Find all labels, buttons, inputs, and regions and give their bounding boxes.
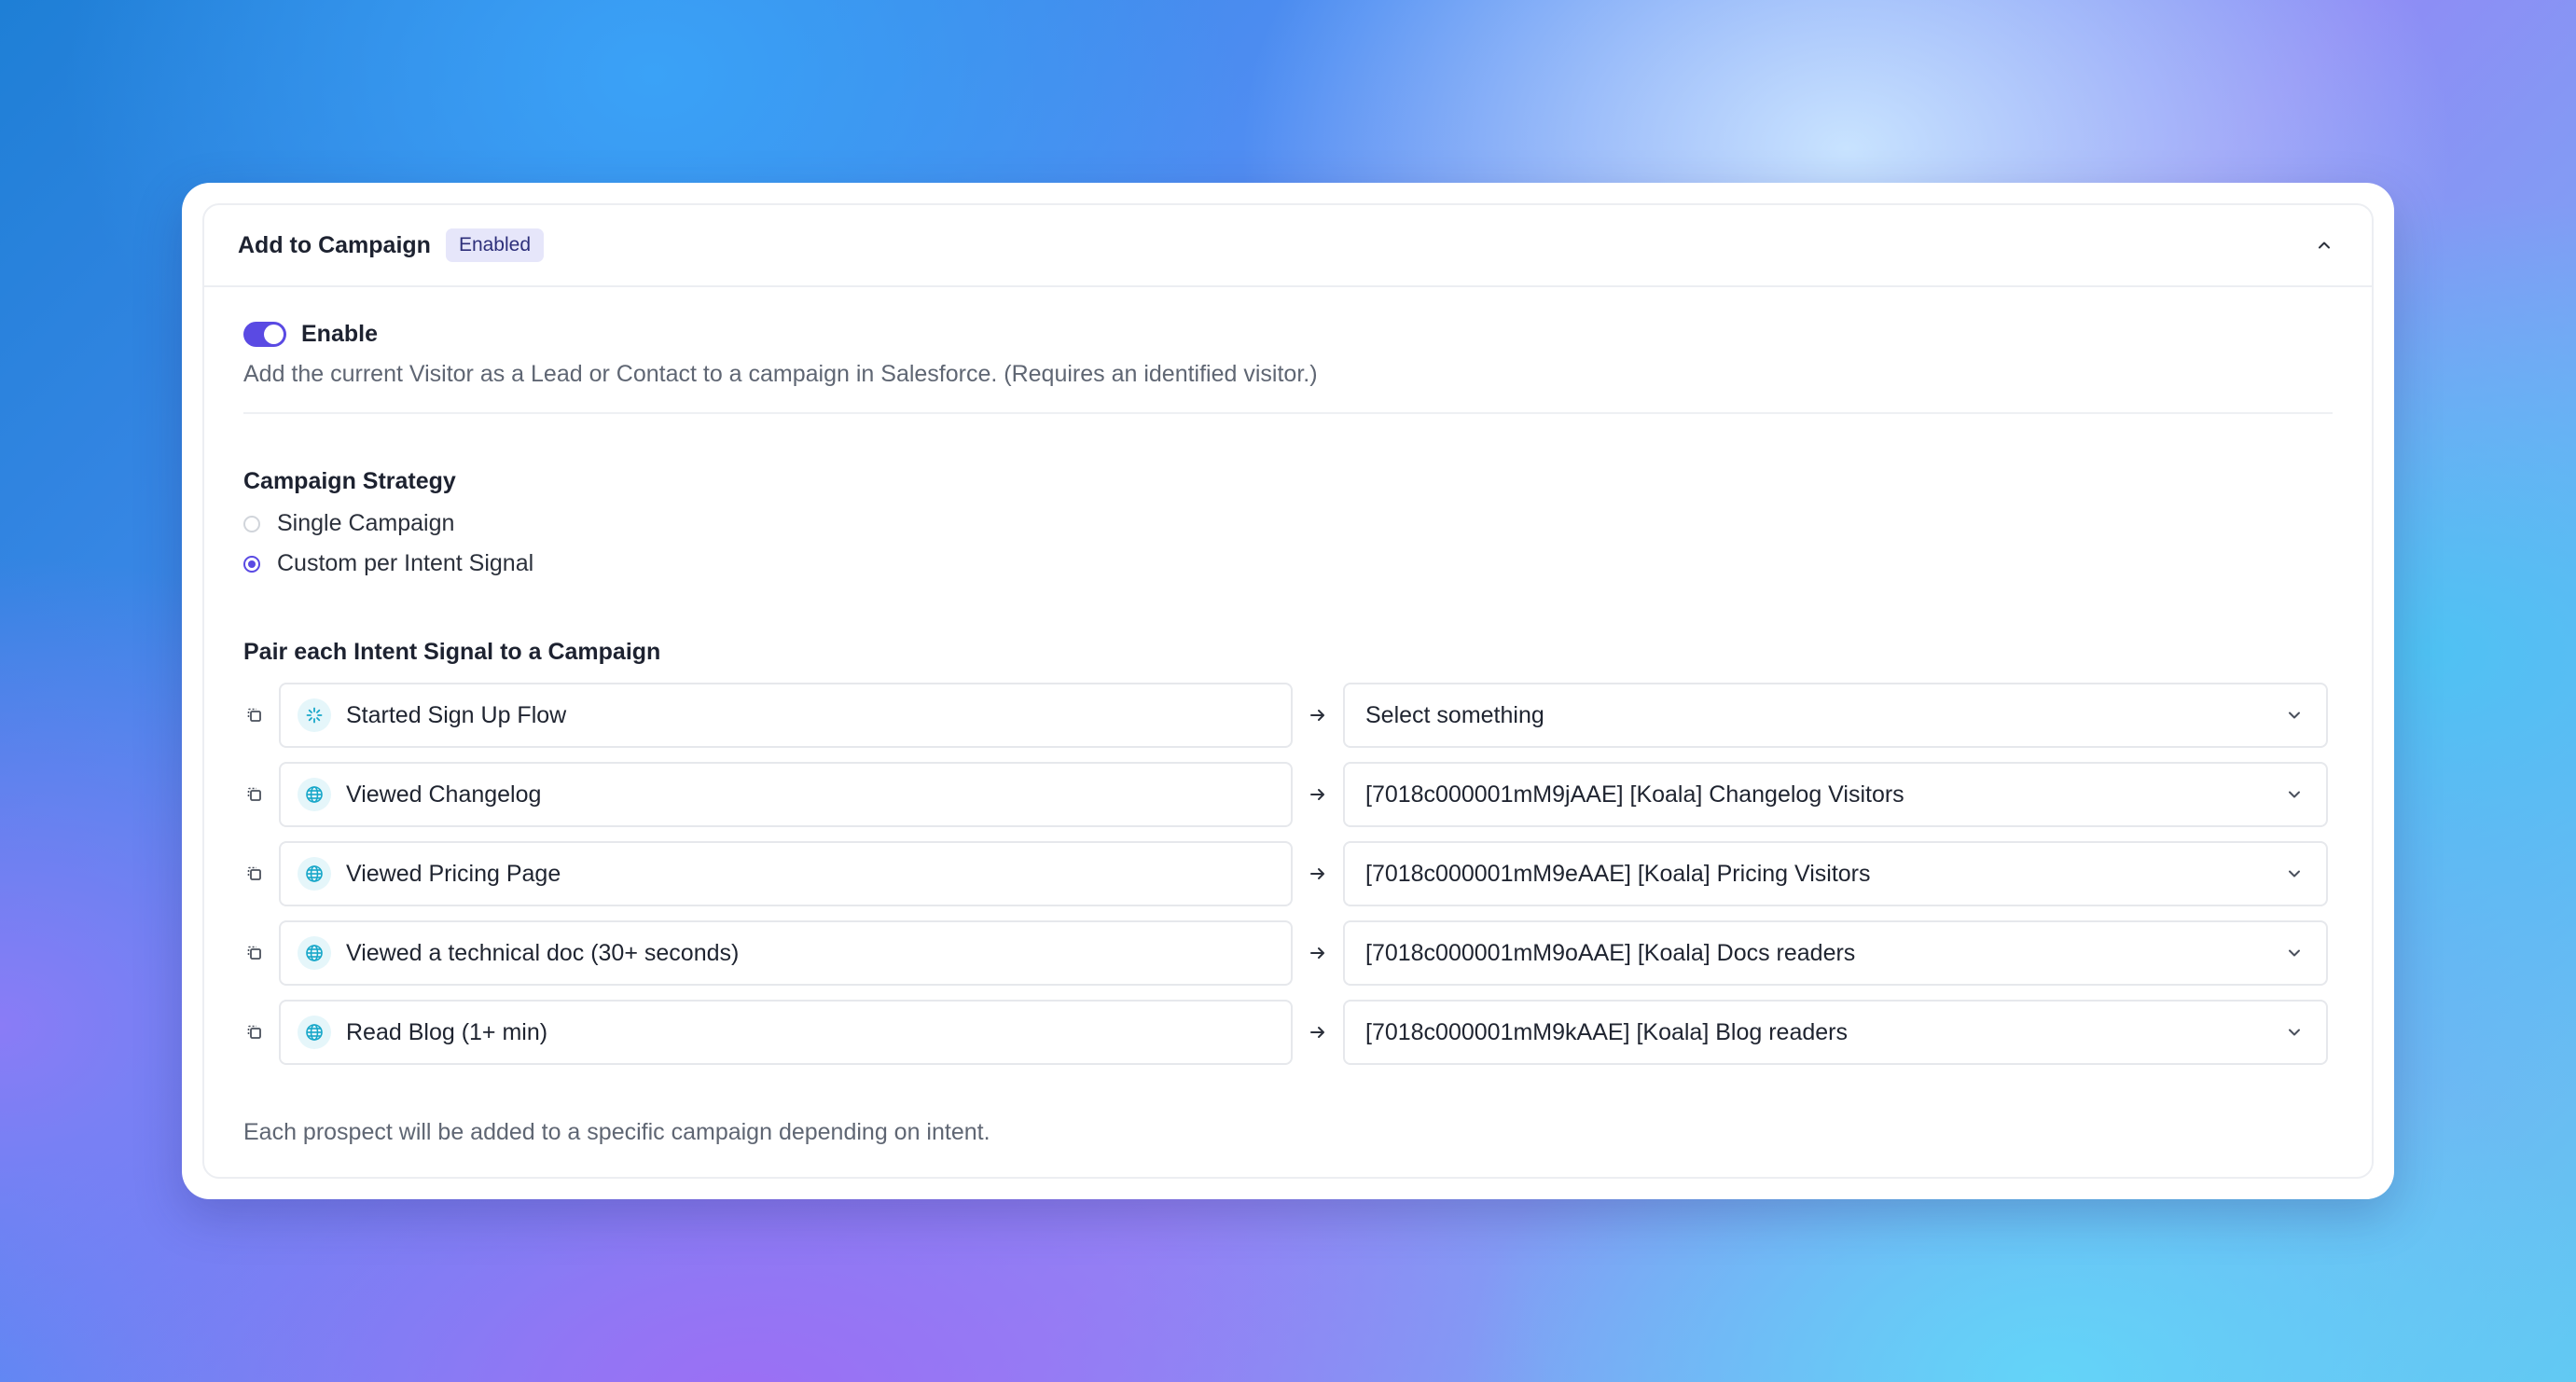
intent-signal-field: Viewed Changelog <box>279 762 1293 827</box>
radio-single-campaign[interactable]: Single Campaign <box>243 510 2333 537</box>
radio-button[interactable] <box>243 515 260 532</box>
arrow-right-icon <box>1293 785 1343 804</box>
enable-row: Enable <box>243 321 2333 348</box>
intent-signal-field: Viewed Pricing Page <box>279 841 1293 906</box>
pair-heading: Pair each Intent Signal to a Campaign <box>243 639 661 665</box>
panel-header: Add to Campaign Enabled <box>204 205 2372 287</box>
toggle-knob <box>264 325 284 344</box>
globe-icon <box>298 1016 331 1049</box>
intent-signal-label: Viewed Changelog <box>346 781 542 808</box>
pair-row: Viewed Pricing Page [7018c000001mM9eAAE]… <box>243 841 2333 906</box>
enable-toggle[interactable] <box>243 322 286 347</box>
add-to-campaign-panel: Add to Campaign Enabled Enable Add the c… <box>202 203 2374 1179</box>
globe-icon <box>298 936 331 970</box>
chevron-down-icon <box>2283 783 2306 806</box>
copy-icon[interactable] <box>243 1021 266 1043</box>
chevron-down-icon <box>2283 704 2306 726</box>
globe-icon <box>298 778 331 811</box>
radio-custom-per-intent-signal[interactable]: Custom per Intent Signal <box>243 550 2333 577</box>
radio-label: Single Campaign <box>277 510 455 536</box>
campaign-select-value: [7018c000001mM9eAAE] [Koala] Pricing Vis… <box>1365 860 1871 887</box>
copy-icon[interactable] <box>243 942 266 964</box>
campaign-select-value: [7018c000001mM9jAAE] [Koala] Changelog V… <box>1365 781 1904 808</box>
settings-card: Add to Campaign Enabled Enable Add the c… <box>182 183 2394 1199</box>
arrow-right-icon <box>1293 864 1343 883</box>
footer-note: Each prospect will be added to a specifi… <box>243 1119 990 1145</box>
enable-description: Add the current Visitor as a Lead or Con… <box>243 361 1318 387</box>
panel-title: Add to Campaign <box>238 231 431 258</box>
radio-button[interactable] <box>243 555 260 573</box>
intent-signal-field: Viewed a technical doc (30+ seconds) <box>279 920 1293 986</box>
campaign-select[interactable]: [7018c000001mM9kAAE] [Koala] Blog reader… <box>1343 1000 2328 1065</box>
arrow-right-icon <box>1293 944 1343 962</box>
panel-body: Enable Add the current Visitor as a Lead… <box>204 287 2372 1146</box>
intent-signal-label: Started Sign Up Flow <box>346 701 567 728</box>
copy-icon[interactable] <box>243 704 266 726</box>
intent-signal-field: Started Sign Up Flow <box>279 683 1293 748</box>
chevron-down-icon <box>2283 942 2306 964</box>
campaign-select-value: [7018c000001mM9oAAE] [Koala] Docs reader… <box>1365 939 1856 966</box>
intent-signal-field: Read Blog (1+ min) <box>279 1000 1293 1065</box>
pair-row: Read Blog (1+ min) [7018c000001mM9kAAE] … <box>243 1000 2333 1065</box>
status-badge: Enabled <box>445 228 545 262</box>
campaign-select[interactable]: [7018c000001mM9jAAE] [Koala] Changelog V… <box>1343 762 2328 827</box>
pair-row: Viewed Changelog [7018c000001mM9jAAE] [K… <box>243 762 2333 827</box>
campaign-select[interactable]: Select something <box>1343 683 2328 748</box>
collapse-button[interactable] <box>2310 231 2338 259</box>
intent-signal-label: Viewed a technical doc (30+ seconds) <box>346 939 740 966</box>
campaign-strategy-heading: Campaign Strategy <box>243 468 456 494</box>
pair-row: Started Sign Up Flow Select something <box>243 683 2333 748</box>
chevron-down-icon <box>2283 863 2306 885</box>
campaign-select-value: [7018c000001mM9kAAE] [Koala] Blog reader… <box>1365 1018 1848 1045</box>
enable-label: Enable <box>301 321 378 347</box>
sparkle-icon <box>298 698 331 732</box>
chevron-down-icon <box>2283 1021 2306 1043</box>
campaign-select[interactable]: [7018c000001mM9eAAE] [Koala] Pricing Vis… <box>1343 841 2328 906</box>
copy-icon[interactable] <box>243 863 266 885</box>
intent-signal-label: Read Blog (1+ min) <box>346 1018 548 1045</box>
campaign-select-value: Select something <box>1365 701 1544 728</box>
pair-list: Started Sign Up Flow Select something Vi… <box>243 683 2333 1065</box>
intent-signal-label: Viewed Pricing Page <box>346 860 561 887</box>
globe-icon <box>298 857 331 891</box>
campaign-select[interactable]: [7018c000001mM9oAAE] [Koala] Docs reader… <box>1343 920 2328 986</box>
arrow-right-icon <box>1293 1023 1343 1042</box>
chevron-up-icon <box>2319 242 2330 249</box>
divider <box>243 412 2333 414</box>
copy-icon[interactable] <box>243 783 266 806</box>
radio-label: Custom per Intent Signal <box>277 550 534 576</box>
pair-row: Viewed a technical doc (30+ seconds) [70… <box>243 920 2333 986</box>
arrow-right-icon <box>1293 706 1343 725</box>
